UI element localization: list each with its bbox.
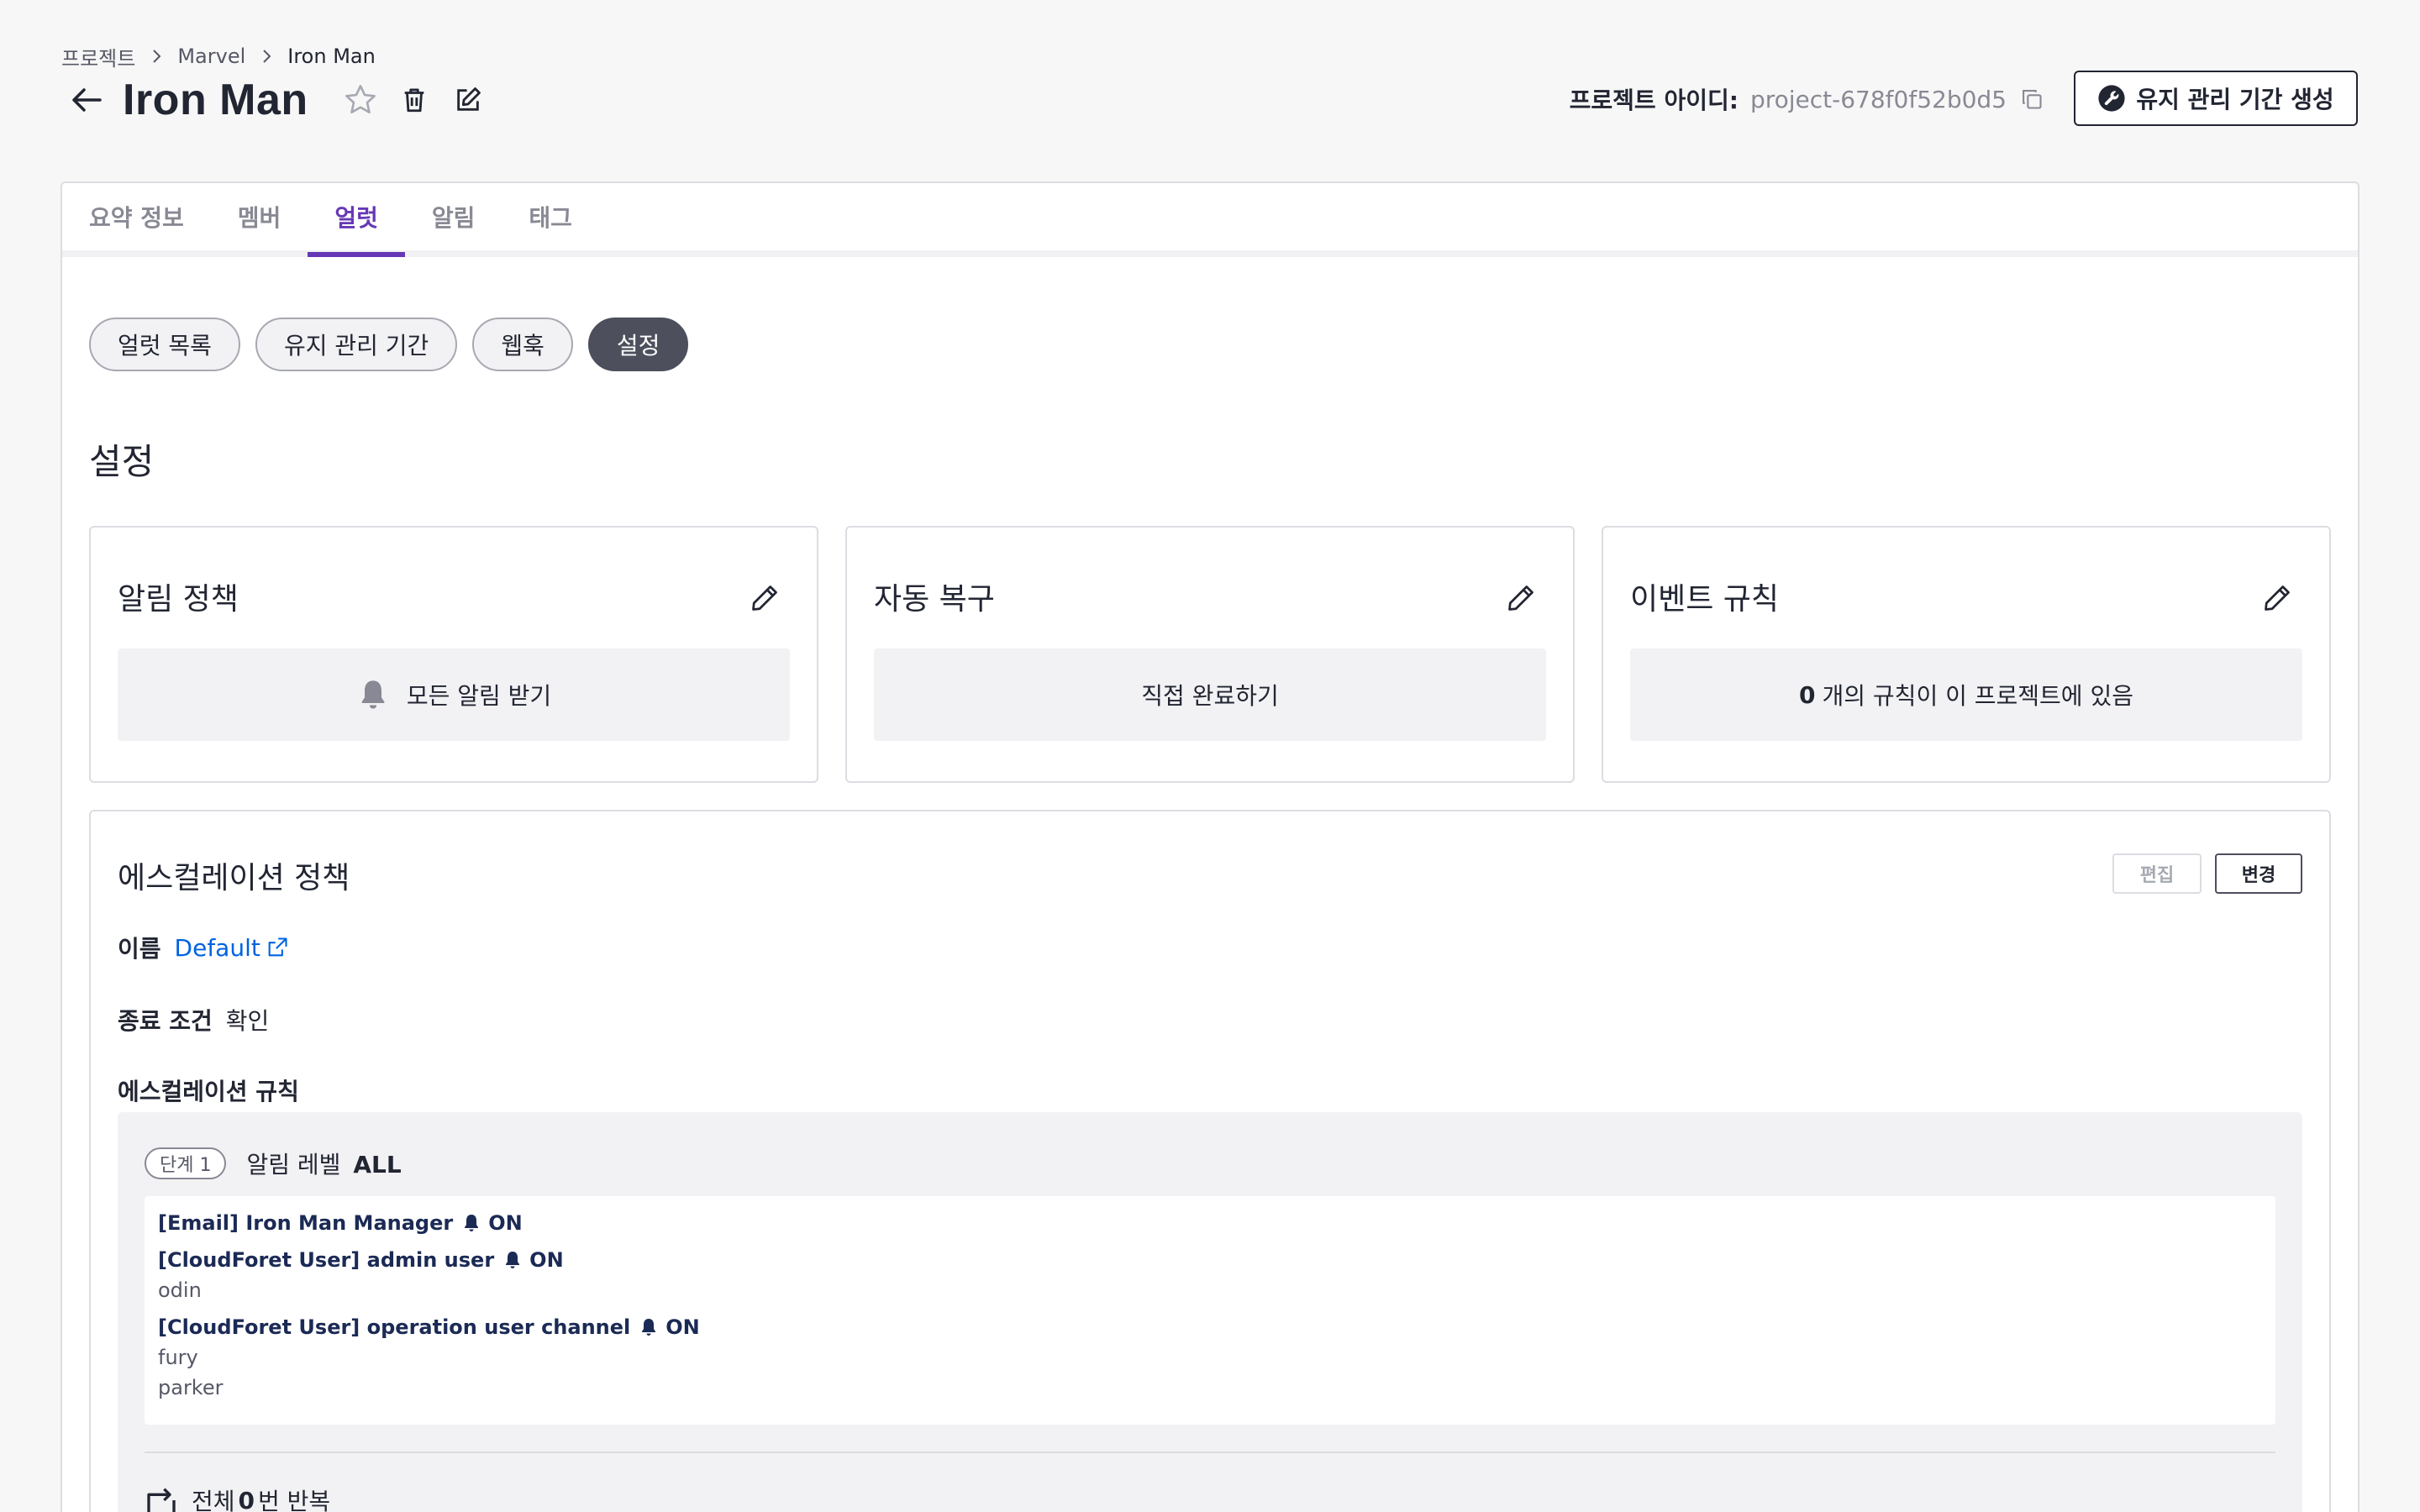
create-maintenance-label: 유지 관리 기간 생성 xyxy=(2136,86,2334,113)
pencil-icon[interactable] xyxy=(746,580,783,617)
copy-icon[interactable] xyxy=(2018,86,2045,113)
escalation-rules-label: 에스컬레이션 규칙 xyxy=(118,1078,299,1105)
policy-name-key: 이름 xyxy=(118,935,161,963)
channel-list: [Email] Iron Man Manager ON [CloudForet … xyxy=(145,1196,2275,1425)
bell-icon xyxy=(639,1316,659,1338)
bell-icon xyxy=(461,1212,481,1234)
notification-policy-card: 알림 정책 모든 알림 받기 xyxy=(89,526,818,783)
create-maintenance-button[interactable]: 유지 관리 기간 생성 xyxy=(2074,71,2358,126)
breadcrumb-marvel[interactable]: Marvel xyxy=(177,45,245,68)
project-id-value: project-678f0f52b0d5 xyxy=(1749,85,2007,113)
tab-bar: 요약 정보 멤버 얼럿 알림 태그 xyxy=(62,183,2358,257)
project-id: 프로젝트 아이디: project-678f0f52b0d5 xyxy=(1570,81,2045,118)
escalation-title: 에스컬레이션 정책 xyxy=(118,861,350,895)
channel-name: [CloudForet User] admin user xyxy=(158,1248,495,1272)
project-id-label: 프로젝트 아이디: xyxy=(1569,87,1739,114)
channel-state: ON xyxy=(488,1211,523,1235)
repeat-prefix: 전체 xyxy=(192,1488,235,1512)
event-rules-count: 0 xyxy=(1799,680,1816,709)
subtab-alert-list[interactable]: 얼럿 목록 xyxy=(89,318,240,371)
subtab-webhook[interactable]: 웹훅 xyxy=(472,318,573,371)
notification-level-value: ALL xyxy=(353,1151,402,1179)
notification-policy-value: 모든 알림 받기 xyxy=(406,682,552,710)
star-icon[interactable] xyxy=(340,80,381,120)
repeat-row: 전체 0 번 반복 xyxy=(145,1483,330,1512)
channel-state: ON xyxy=(529,1248,564,1272)
policy-name-value: Default xyxy=(174,933,260,962)
policy-name-link[interactable]: Default xyxy=(175,934,289,962)
channel-state: ON xyxy=(666,1315,700,1339)
card-body: 직접 완료하기 xyxy=(874,648,1546,741)
card-title: 알림 정책 xyxy=(118,582,239,617)
divider xyxy=(145,1452,2275,1453)
subtab-bar: 얼럿 목록 유지 관리 기간 웹훅 설정 xyxy=(89,318,703,371)
trash-icon[interactable] xyxy=(394,80,434,120)
breadcrumb-iron-man: Iron Man xyxy=(287,45,376,68)
tab-notifications[interactable]: 알림 xyxy=(405,183,502,250)
repeat-suffix: 번 반복 xyxy=(258,1488,331,1512)
repeat-count: 0 xyxy=(238,1486,255,1512)
channel-user: odin xyxy=(158,1278,202,1302)
step-badge: 단계 1 xyxy=(145,1147,227,1179)
card-body: 모든 알림 받기 xyxy=(118,648,790,741)
section-title: 설정 xyxy=(89,441,155,482)
notification-level: 알림 레벨 ALL xyxy=(246,1147,401,1180)
page-title: Iron Man xyxy=(123,76,308,124)
pencil-icon[interactable] xyxy=(1502,580,1539,617)
finish-condition-row: 종료 조건 확인 xyxy=(118,1003,269,1037)
subtab-settings[interactable]: 설정 xyxy=(587,318,689,371)
external-link-icon xyxy=(266,936,289,959)
bell-icon xyxy=(356,677,390,712)
policy-name-row: 이름 Default xyxy=(118,931,289,964)
wrench-icon xyxy=(2097,84,2126,113)
pencil-icon[interactable] xyxy=(2259,580,2296,617)
card-title: 자동 복구 xyxy=(874,582,995,617)
notification-level-label: 알림 레벨 xyxy=(246,1151,341,1179)
tab-members[interactable]: 멤버 xyxy=(211,183,308,250)
subtab-maintenance[interactable]: 유지 관리 기간 xyxy=(255,318,458,371)
event-rules-card: 이벤트 규칙 0 개의 규칙이 이 프로젝트에 있음 xyxy=(1602,526,2331,783)
list-item: [Email] Iron Man Manager ON xyxy=(158,1208,523,1238)
channel-user: parker xyxy=(158,1376,224,1399)
auto-recovery-value: 직접 완료하기 xyxy=(1141,682,1279,710)
card-body: 0 개의 규칙이 이 프로젝트에 있음 xyxy=(1630,648,2302,741)
title-row: Iron Man xyxy=(64,72,502,128)
back-arrow-icon[interactable] xyxy=(64,77,109,123)
breadcrumb-projects[interactable]: 프로젝트 xyxy=(61,42,135,71)
chevron-right-icon xyxy=(260,49,272,64)
finish-condition-key: 종료 조건 xyxy=(118,1007,213,1035)
tab-summary[interactable]: 요약 정보 xyxy=(62,183,211,250)
list-item: [CloudForet User] admin user ON xyxy=(158,1245,564,1275)
channel-user: fury xyxy=(158,1346,198,1369)
finish-condition-value: 확인 xyxy=(225,1007,270,1035)
event-rules-text: 개의 규칙이 이 프로젝트에 있음 xyxy=(1822,682,2133,710)
chevron-right-icon xyxy=(150,49,162,64)
breadcrumb: 프로젝트 Marvel Iron Man xyxy=(61,42,376,71)
step-row: 단계 1 알림 레벨 ALL xyxy=(145,1146,402,1181)
bell-icon xyxy=(502,1249,523,1271)
list-item: [CloudForet User] operation user channel… xyxy=(158,1312,700,1342)
channel-name: [CloudForet User] operation user channel xyxy=(158,1315,631,1339)
auto-recovery-card: 자동 복구 직접 완료하기 xyxy=(845,526,1575,783)
change-button[interactable]: 변경 xyxy=(2215,853,2302,894)
repeat-icon xyxy=(145,1486,178,1512)
tab-alerts[interactable]: 얼럿 xyxy=(308,183,405,257)
channel-name: [Email] Iron Man Manager xyxy=(158,1211,454,1235)
edit-button[interactable]: 편집 xyxy=(2112,853,2202,894)
card-title: 이벤트 규칙 xyxy=(1630,582,1780,617)
edit-icon[interactable] xyxy=(448,80,488,120)
tab-tags[interactable]: 태그 xyxy=(502,183,599,250)
